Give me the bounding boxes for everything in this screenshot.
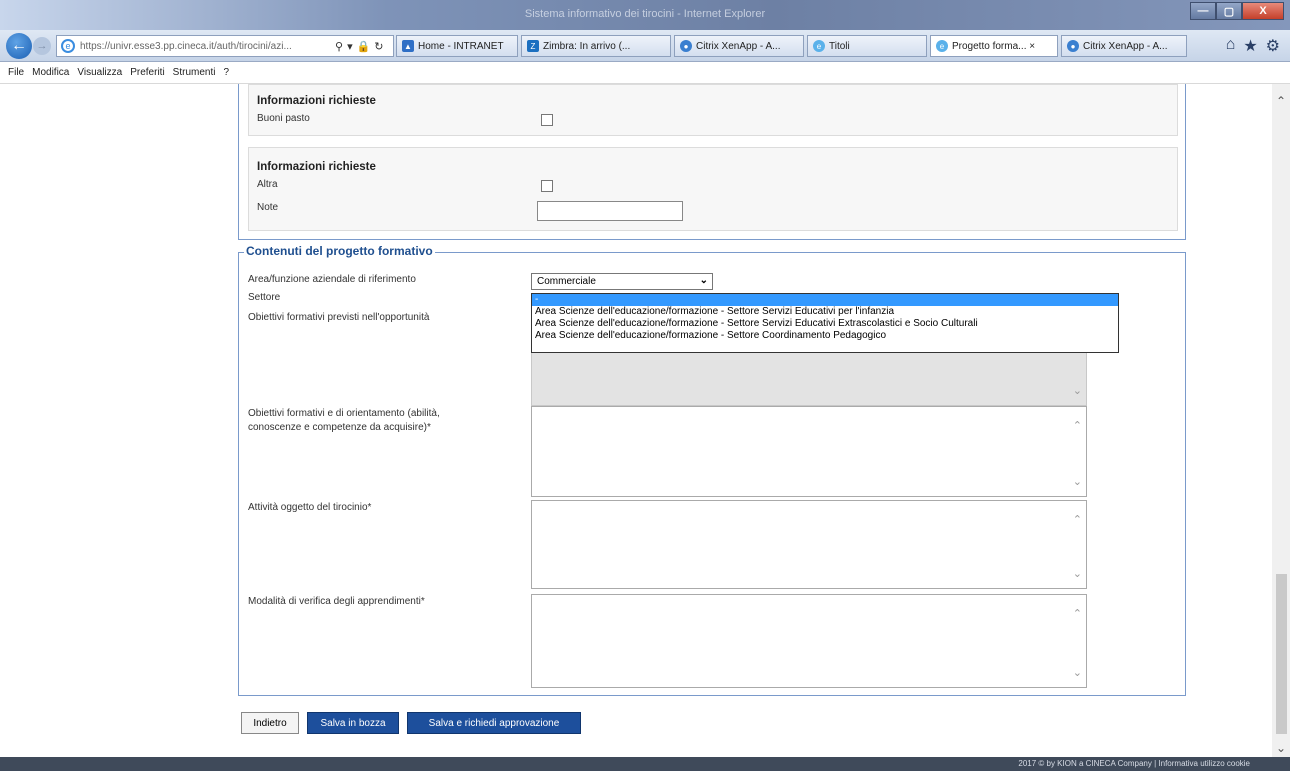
- tab-label: Citrix XenApp - A...: [1083, 40, 1168, 52]
- citrix-icon: ●: [680, 40, 692, 52]
- refresh-icon[interactable]: ↻: [374, 40, 383, 53]
- save-draft-button[interactable]: Salva in bozza: [307, 712, 399, 734]
- menu-modifica[interactable]: Modifica: [32, 67, 69, 78]
- menu-file[interactable]: File: [8, 67, 24, 78]
- contenuti-legend: Contenuti del progetto formativo: [244, 244, 435, 258]
- area-select-value: Commerciale: [537, 276, 596, 287]
- page-footer: 2017 © by KION a CINECA Company | Inform…: [0, 757, 1290, 771]
- window-title: Sistema informativo dei tirocini - Inter…: [524, 8, 766, 20]
- info-box-altra: Informazioni richieste Altra Note: [248, 147, 1178, 231]
- info-box-title: Informazioni richieste: [257, 95, 376, 107]
- window-controls: — ▢ X: [1190, 2, 1284, 20]
- ie-page-icon: e: [813, 40, 825, 52]
- tab-zimbra[interactable]: Z Zimbra: In arrivo (...: [521, 35, 671, 57]
- ie-icon: e: [61, 39, 75, 53]
- area-select[interactable]: Commerciale ⌄: [531, 273, 713, 290]
- menu-preferiti[interactable]: Preferiti: [130, 67, 164, 78]
- tab-label: Titoli: [829, 40, 850, 52]
- back-arrow-icon[interactable]: ←: [6, 33, 32, 59]
- verifica-textarea[interactable]: ⌃ ⌄: [531, 594, 1087, 688]
- ie-page-icon: e: [936, 40, 948, 52]
- settore-option[interactable]: -: [532, 294, 1118, 306]
- area-label: Area/funzione aziendale di riferimento: [248, 274, 416, 285]
- altra-checkbox[interactable]: [541, 180, 553, 192]
- scroll-down-arrow-icon[interactable]: ⌄: [1272, 739, 1290, 757]
- tab-citrix-2[interactable]: ● Citrix XenApp - A...: [1061, 35, 1187, 57]
- settore-option[interactable]: Area Scienze dell'educazione/formazione …: [532, 318, 1118, 330]
- chevron-up-icon: ⌃: [1072, 608, 1082, 620]
- tab-label: Zimbra: In arrivo (...: [543, 40, 631, 52]
- intranet-icon: ▲: [402, 40, 414, 52]
- chevron-up-icon: ⌃: [1072, 514, 1082, 526]
- obiettivi-orientamento-textarea[interactable]: ⌃ ⌄: [531, 406, 1087, 497]
- scroll-up-arrow-icon[interactable]: ⌃: [1272, 92, 1290, 110]
- settore-dropdown-list[interactable]: - Area Scienze dell'educazione/formazion…: [531, 293, 1119, 353]
- tab-label: Home - INTRANET: [418, 40, 504, 52]
- close-button[interactable]: X: [1242, 2, 1284, 20]
- menu-help[interactable]: ?: [223, 67, 229, 78]
- maximize-button[interactable]: ▢: [1216, 2, 1242, 20]
- tab-label: Progetto forma... ×: [952, 40, 1036, 52]
- menu-strumenti[interactable]: Strumenti: [173, 67, 216, 78]
- obiettivi-orient-label-1: Obiettivi formativi e di orientamento (a…: [248, 408, 440, 419]
- search-icon[interactable]: ⚲: [335, 40, 343, 53]
- address-bar-actions: ⚲ ▾ 🔒 ↻: [335, 40, 384, 53]
- forward-arrow-icon[interactable]: →: [33, 37, 51, 55]
- attivita-label: Attività oggetto del tirocinio*: [248, 502, 372, 513]
- star-icon[interactable]: ★: [1243, 36, 1257, 56]
- minimize-button[interactable]: —: [1190, 2, 1216, 20]
- info-box-title: Informazioni richieste: [257, 161, 376, 173]
- back-button[interactable]: Indietro: [241, 712, 299, 734]
- obiettivi-label: Obiettivi formativi previsti nell'opport…: [248, 312, 430, 323]
- tab-progetto-formativo[interactable]: e Progetto forma... ×: [930, 35, 1058, 57]
- chevron-down-icon: ⌄: [1072, 385, 1082, 397]
- browser-toolbar-right: ⌂ ★ ⚙: [1226, 36, 1280, 56]
- tab-titoli[interactable]: e Titoli: [807, 35, 927, 57]
- verifica-label: Modalità di verifica degli apprendimenti…: [248, 596, 425, 607]
- page-scrollbar[interactable]: ⌃ ⌄: [1272, 84, 1290, 757]
- home-icon[interactable]: ⌂: [1226, 36, 1236, 56]
- address-bar[interactable]: e https://univr.esse3.pp.cineca.it/auth/…: [56, 35, 394, 57]
- tab-citrix-1[interactable]: ● Citrix XenApp - A...: [674, 35, 804, 57]
- lock-icon[interactable]: 🔒: [357, 40, 371, 53]
- save-request-approval-button[interactable]: Salva e richiedi approvazione: [407, 712, 581, 734]
- window-title-bar: Sistema informativo dei tirocini - Inter…: [0, 0, 1290, 30]
- note-label: Note: [257, 202, 279, 213]
- chevron-down-icon: ⌄: [1072, 568, 1082, 580]
- settore-option[interactable]: Area Scienze dell'educazione/formazione …: [532, 330, 1118, 342]
- page-content: Informazioni richieste Buoni pasto Infor…: [0, 84, 1272, 757]
- settore-label: Settore: [248, 292, 281, 303]
- tab-home-intranet[interactable]: ▲ Home - INTRANET: [396, 35, 518, 57]
- chevron-down-icon: ⌄: [1072, 667, 1082, 679]
- info-box-buoni-pasto: Informazioni richieste Buoni pasto: [248, 84, 1178, 136]
- chevron-down-icon: ⌄: [1072, 476, 1082, 488]
- obiettivi-orient-label-2: conoscenze e competenze da acquisire)*: [248, 422, 431, 433]
- note-input[interactable]: [537, 201, 683, 221]
- buoni-pasto-checkbox[interactable]: [541, 114, 553, 126]
- browser-navbar: ← → e https://univr.esse3.pp.cineca.it/a…: [0, 30, 1290, 62]
- gear-icon[interactable]: ⚙: [1266, 36, 1280, 56]
- attivita-textarea[interactable]: ⌃ ⌄: [531, 500, 1087, 589]
- settore-option[interactable]: Area Scienze dell'educazione/formazione …: [532, 306, 1118, 318]
- address-url[interactable]: https://univr.esse3.pp.cineca.it/auth/ti…: [80, 41, 332, 52]
- menu-visualizza[interactable]: Visualizza: [77, 67, 122, 78]
- buoni-pasto-label: Buoni pasto: [257, 113, 310, 124]
- chevron-down-icon: ⌄: [699, 275, 708, 286]
- zimbra-icon: Z: [527, 40, 539, 52]
- altra-label: Altra: [257, 179, 278, 190]
- dropdown-arrow-icon[interactable]: ▾: [347, 40, 353, 53]
- citrix-icon: ●: [1067, 40, 1079, 52]
- tab-label: Citrix XenApp - A...: [696, 40, 781, 52]
- chevron-up-icon: ⌃: [1072, 420, 1082, 432]
- scroll-thumb[interactable]: [1276, 574, 1287, 734]
- menu-bar: File Modifica Visualizza Preferiti Strum…: [0, 62, 1290, 84]
